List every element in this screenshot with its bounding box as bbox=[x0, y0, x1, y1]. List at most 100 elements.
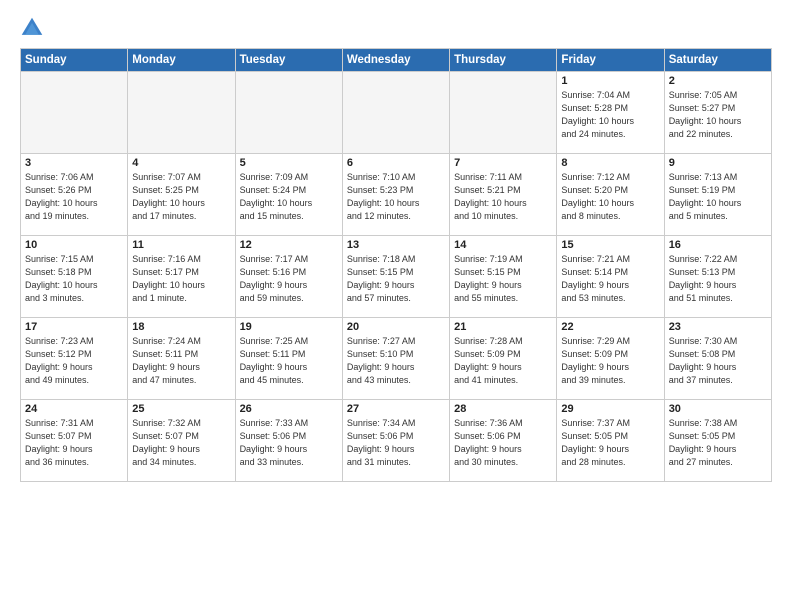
day-info: Sunrise: 7:19 AM Sunset: 5:15 PM Dayligh… bbox=[454, 253, 552, 305]
calendar-cell bbox=[450, 72, 557, 154]
calendar-cell: 18 Sunrise: 7:24 AM Sunset: 5:11 PM Dayli… bbox=[128, 318, 235, 400]
day-info: Sunrise: 7:27 AM Sunset: 5:10 PM Dayligh… bbox=[347, 335, 445, 387]
calendar-cell: 29 Sunrise: 7:37 AM Sunset: 5:05 PM Dayli… bbox=[557, 400, 664, 482]
weekday-header-saturday: Saturday bbox=[664, 49, 771, 72]
day-info: Sunrise: 7:24 AM Sunset: 5:11 PM Dayligh… bbox=[132, 335, 230, 387]
calendar-cell bbox=[21, 72, 128, 154]
calendar-cell: 20 Sunrise: 7:27 AM Sunset: 5:10 PM Dayli… bbox=[342, 318, 449, 400]
day-info: Sunrise: 7:28 AM Sunset: 5:09 PM Dayligh… bbox=[454, 335, 552, 387]
day-info: Sunrise: 7:21 AM Sunset: 5:14 PM Dayligh… bbox=[561, 253, 659, 305]
day-number: 26 bbox=[240, 403, 338, 415]
day-number: 17 bbox=[25, 321, 123, 333]
calendar-cell bbox=[342, 72, 449, 154]
day-number: 16 bbox=[669, 239, 767, 251]
day-info: Sunrise: 7:07 AM Sunset: 5:25 PM Dayligh… bbox=[132, 171, 230, 223]
calendar-cell: 10 Sunrise: 7:15 AM Sunset: 5:18 PM Dayli… bbox=[21, 236, 128, 318]
day-number: 13 bbox=[347, 239, 445, 251]
calendar-table: SundayMondayTuesdayWednesdayThursdayFrid… bbox=[20, 48, 772, 482]
calendar-cell: 24 Sunrise: 7:31 AM Sunset: 5:07 PM Dayli… bbox=[21, 400, 128, 482]
day-number: 23 bbox=[669, 321, 767, 333]
day-info: Sunrise: 7:36 AM Sunset: 5:06 PM Dayligh… bbox=[454, 417, 552, 469]
logo bbox=[20, 16, 48, 40]
weekday-header-monday: Monday bbox=[128, 49, 235, 72]
calendar-cell: 1 Sunrise: 7:04 AM Sunset: 5:28 PM Daylig… bbox=[557, 72, 664, 154]
day-info: Sunrise: 7:11 AM Sunset: 5:21 PM Dayligh… bbox=[454, 171, 552, 223]
day-number: 1 bbox=[561, 75, 659, 87]
calendar-cell: 3Sunrise: 7:06 AM Sunset: 5:26 PM Daylig… bbox=[21, 154, 128, 236]
day-number: 8 bbox=[561, 157, 659, 169]
day-info: Sunrise: 7:33 AM Sunset: 5:06 PM Dayligh… bbox=[240, 417, 338, 469]
calendar-cell: 6 Sunrise: 7:10 AM Sunset: 5:23 PM Daylig… bbox=[342, 154, 449, 236]
day-number: 12 bbox=[240, 239, 338, 251]
calendar-cell: 28 Sunrise: 7:36 AM Sunset: 5:06 PM Dayli… bbox=[450, 400, 557, 482]
day-number: 15 bbox=[561, 239, 659, 251]
day-info: Sunrise: 7:04 AM Sunset: 5:28 PM Dayligh… bbox=[561, 89, 659, 141]
calendar-cell: 26 Sunrise: 7:33 AM Sunset: 5:06 PM Dayli… bbox=[235, 400, 342, 482]
day-number: 6 bbox=[347, 157, 445, 169]
calendar-header: SundayMondayTuesdayWednesdayThursdayFrid… bbox=[21, 49, 772, 72]
calendar-cell: 15 Sunrise: 7:21 AM Sunset: 5:14 PM Dayli… bbox=[557, 236, 664, 318]
calendar-cell: 25Sunrise: 7:32 AM Sunset: 5:07 PM Dayli… bbox=[128, 400, 235, 482]
day-info: Sunrise: 7:17 AM Sunset: 5:16 PM Dayligh… bbox=[240, 253, 338, 305]
day-info: Sunrise: 7:25 AM Sunset: 5:11 PM Dayligh… bbox=[240, 335, 338, 387]
day-number: 18 bbox=[132, 321, 230, 333]
day-info: Sunrise: 7:12 AM Sunset: 5:20 PM Dayligh… bbox=[561, 171, 659, 223]
calendar-cell: 7 Sunrise: 7:11 AM Sunset: 5:21 PM Daylig… bbox=[450, 154, 557, 236]
day-number: 9 bbox=[669, 157, 767, 169]
calendar-cell: 5Sunrise: 7:09 AM Sunset: 5:24 PM Daylig… bbox=[235, 154, 342, 236]
day-number: 25 bbox=[132, 403, 230, 415]
day-info: Sunrise: 7:15 AM Sunset: 5:18 PM Dayligh… bbox=[25, 253, 123, 305]
day-info: Sunrise: 7:10 AM Sunset: 5:23 PM Dayligh… bbox=[347, 171, 445, 223]
day-number: 27 bbox=[347, 403, 445, 415]
weekday-header-tuesday: Tuesday bbox=[235, 49, 342, 72]
day-number: 19 bbox=[240, 321, 338, 333]
day-info: Sunrise: 7:37 AM Sunset: 5:05 PM Dayligh… bbox=[561, 417, 659, 469]
day-number: 4 bbox=[132, 157, 230, 169]
calendar-cell: 2 Sunrise: 7:05 AM Sunset: 5:27 PM Daylig… bbox=[664, 72, 771, 154]
calendar-cell: 16 Sunrise: 7:22 AM Sunset: 5:13 PM Dayli… bbox=[664, 236, 771, 318]
calendar-week-5: 24 Sunrise: 7:31 AM Sunset: 5:07 PM Dayli… bbox=[21, 400, 772, 482]
calendar-cell: 4 Sunrise: 7:07 AM Sunset: 5:25 PM Daylig… bbox=[128, 154, 235, 236]
calendar-cell: 11Sunrise: 7:16 AM Sunset: 5:17 PM Dayli… bbox=[128, 236, 235, 318]
day-number: 29 bbox=[561, 403, 659, 415]
weekday-header-sunday: Sunday bbox=[21, 49, 128, 72]
calendar-week-4: 17 Sunrise: 7:23 AM Sunset: 5:12 PM Dayli… bbox=[21, 318, 772, 400]
day-number: 7 bbox=[454, 157, 552, 169]
day-info: Sunrise: 7:30 AM Sunset: 5:08 PM Dayligh… bbox=[669, 335, 767, 387]
day-info: Sunrise: 7:31 AM Sunset: 5:07 PM Dayligh… bbox=[25, 417, 123, 469]
calendar-cell: 13 Sunrise: 7:18 AM Sunset: 5:15 PM Dayli… bbox=[342, 236, 449, 318]
day-number: 14 bbox=[454, 239, 552, 251]
day-info: Sunrise: 7:18 AM Sunset: 5:15 PM Dayligh… bbox=[347, 253, 445, 305]
day-number: 24 bbox=[25, 403, 123, 415]
day-number: 30 bbox=[669, 403, 767, 415]
page: SundayMondayTuesdayWednesdayThursdayFrid… bbox=[0, 0, 792, 612]
calendar-cell bbox=[128, 72, 235, 154]
day-info: Sunrise: 7:23 AM Sunset: 5:12 PM Dayligh… bbox=[25, 335, 123, 387]
calendar-cell: 22 Sunrise: 7:29 AM Sunset: 5:09 PM Dayli… bbox=[557, 318, 664, 400]
day-number: 10 bbox=[25, 239, 123, 251]
calendar-week-3: 10 Sunrise: 7:15 AM Sunset: 5:18 PM Dayli… bbox=[21, 236, 772, 318]
weekday-header-thursday: Thursday bbox=[450, 49, 557, 72]
weekday-header-wednesday: Wednesday bbox=[342, 49, 449, 72]
day-info: Sunrise: 7:06 AM Sunset: 5:26 PM Dayligh… bbox=[25, 171, 123, 223]
day-info: Sunrise: 7:22 AM Sunset: 5:13 PM Dayligh… bbox=[669, 253, 767, 305]
calendar-cell: 9Sunrise: 7:13 AM Sunset: 5:19 PM Daylig… bbox=[664, 154, 771, 236]
day-number: 2 bbox=[669, 75, 767, 87]
calendar-cell: 8 Sunrise: 7:12 AM Sunset: 5:20 PM Daylig… bbox=[557, 154, 664, 236]
calendar-week-1: 1 Sunrise: 7:04 AM Sunset: 5:28 PM Daylig… bbox=[21, 72, 772, 154]
day-info: Sunrise: 7:29 AM Sunset: 5:09 PM Dayligh… bbox=[561, 335, 659, 387]
day-info: Sunrise: 7:16 AM Sunset: 5:17 PM Dayligh… bbox=[132, 253, 230, 305]
calendar-cell: 17 Sunrise: 7:23 AM Sunset: 5:12 PM Dayli… bbox=[21, 318, 128, 400]
day-number: 20 bbox=[347, 321, 445, 333]
calendar-cell: 30Sunrise: 7:38 AM Sunset: 5:05 PM Dayli… bbox=[664, 400, 771, 482]
day-number: 22 bbox=[561, 321, 659, 333]
calendar-cell: 21Sunrise: 7:28 AM Sunset: 5:09 PM Dayli… bbox=[450, 318, 557, 400]
weekday-header-row: SundayMondayTuesdayWednesdayThursdayFrid… bbox=[21, 49, 772, 72]
calendar-cell: 19 Sunrise: 7:25 AM Sunset: 5:11 PM Dayli… bbox=[235, 318, 342, 400]
weekday-header-friday: Friday bbox=[557, 49, 664, 72]
day-number: 28 bbox=[454, 403, 552, 415]
day-info: Sunrise: 7:05 AM Sunset: 5:27 PM Dayligh… bbox=[669, 89, 767, 141]
day-info: Sunrise: 7:09 AM Sunset: 5:24 PM Dayligh… bbox=[240, 171, 338, 223]
calendar-cell: 12 Sunrise: 7:17 AM Sunset: 5:16 PM Dayli… bbox=[235, 236, 342, 318]
calendar-body: 1 Sunrise: 7:04 AM Sunset: 5:28 PM Daylig… bbox=[21, 72, 772, 482]
